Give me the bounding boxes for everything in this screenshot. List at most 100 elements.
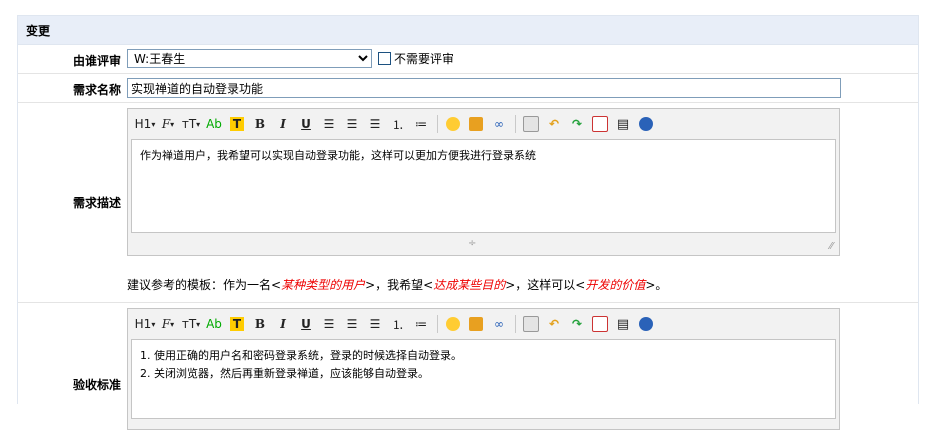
description-content[interactable]: 作为禅道用户，我希望可以实现自动登录功能，这样可以更加方便我进行登录系统 [131, 139, 836, 233]
font-size-button[interactable]: тT ▾ [180, 313, 202, 335]
description-label: 需求描述 [72, 196, 121, 210]
align-left-button[interactable]: ☰ [318, 113, 340, 135]
redo-icon: ↷ [571, 317, 583, 331]
clear-format-button[interactable] [520, 113, 542, 135]
image-button[interactable] [465, 113, 487, 135]
hint-suffix: >。 [645, 278, 668, 292]
font-color-button[interactable]: Ab [203, 113, 225, 135]
acceptance-content[interactable]: 1. 使用正确的用户名和密码登录系统，登录的时候选择自动登录。 2. 关闭浏览器… [131, 339, 836, 419]
unordered-list-button[interactable]: ≔ [410, 313, 432, 335]
align-right-button[interactable]: ☰ [364, 313, 386, 335]
description-hint: 建议参考的模板：作为一名<某种类型的用户>，我希望<达成某些目的>，这样可以<开… [127, 276, 840, 293]
link-button[interactable]: ∞ [488, 113, 510, 135]
hint-role: 某种类型的用户 [281, 278, 366, 292]
story-name-row: 需求名称 * [18, 74, 918, 103]
underline-button[interactable]: U [295, 113, 317, 135]
fullscreen-button[interactable] [589, 113, 611, 135]
eraser-icon [523, 116, 539, 132]
eraser-icon [523, 316, 539, 332]
source-button[interactable]: ▤ [612, 313, 634, 335]
align-center-icon: ☰ [346, 117, 358, 131]
help-icon [639, 317, 653, 331]
bold-icon: B [254, 317, 266, 331]
ordered-list-button[interactable]: ⒈ [387, 313, 409, 335]
source-button[interactable]: ▤ [612, 113, 634, 135]
reviewer-select[interactable]: W:王春生 [127, 49, 372, 68]
undo-button[interactable]: ↶ [543, 113, 565, 135]
bold-icon: B [254, 117, 266, 131]
hint-goal: 达成某些目的 [433, 278, 506, 292]
align-center-button[interactable]: ☰ [341, 113, 363, 135]
help-icon [639, 117, 653, 131]
undo-button[interactable]: ↶ [543, 313, 565, 335]
help-button[interactable] [635, 113, 657, 135]
font-color-button[interactable]: Ab [203, 313, 225, 335]
align-left-icon: ☰ [323, 317, 335, 331]
description-area: H1 ▾ F ▾ тT ▾ Ab T B I U ☰ ☰ ☰ ⒈ ≔ ∞ ↶ ↷… [127, 108, 840, 293]
reviewer-label: 由谁评审 [72, 54, 121, 68]
italic-button[interactable]: I [272, 113, 294, 135]
heading-icon: H1 [134, 317, 152, 331]
redo-button[interactable]: ↷ [566, 113, 588, 135]
highlight-button[interactable]: T [226, 113, 248, 135]
underline-icon: U [301, 117, 311, 131]
ordered-list-icon: ⒈ [391, 317, 404, 332]
toolbar-separator [515, 115, 516, 133]
emoticon-button[interactable] [442, 313, 464, 335]
ordered-list-button[interactable]: ⒈ [387, 113, 409, 135]
underline-button[interactable]: U [295, 313, 317, 335]
font-family-button[interactable]: F ▾ [157, 113, 179, 135]
no-review-label: 不需要评审 [394, 52, 455, 66]
smiley-icon [446, 117, 460, 131]
redo-button[interactable]: ↷ [566, 313, 588, 335]
editor-toolbar: H1 ▾ F ▾ тT ▾ Ab T B I U ☰ ☰ ☰ ⒈ ≔ ∞ ↶ ↷… [128, 309, 839, 339]
unordered-list-button[interactable]: ≔ [410, 113, 432, 135]
change-form: 变更 由谁评审 W:王春生 不需要评审 需求名称 * 需求描述 H1▾ [17, 15, 919, 430]
bold-button[interactable]: B [249, 313, 271, 335]
bold-button[interactable]: B [249, 113, 271, 135]
link-button[interactable]: ∞ [488, 313, 510, 335]
heading-button[interactable]: H1 ▾ [134, 113, 156, 135]
font-color-icon: Ab [206, 317, 222, 331]
fullscreen-icon [592, 316, 608, 332]
description-row: 需求描述 H1▾ F▾ тT▾ Ab T B I U ☰ ☰ ☰ ⒈ ≔ [18, 103, 918, 303]
resize-corner-icon[interactable]: ⁄⁄ [830, 241, 833, 252]
undo-icon: ↶ [548, 117, 560, 131]
acceptance-line: 1. 使用正确的用户名和密码登录系统，登录的时候选择自动登录。 [140, 349, 462, 362]
image-icon [469, 317, 483, 331]
align-center-button[interactable]: ☰ [341, 313, 363, 335]
resize-handle-icon[interactable]: ÷ [468, 238, 476, 249]
story-name-input[interactable] [127, 78, 841, 98]
fullscreen-icon [592, 116, 608, 132]
font-family-button[interactable]: F ▾ [157, 313, 179, 335]
font-family-icon: F [161, 317, 171, 331]
link-icon: ∞ [494, 117, 504, 131]
dropdown-arrow-icon: ▾ [196, 319, 201, 329]
help-button[interactable] [635, 313, 657, 335]
acceptance-label: 验收标准 [72, 378, 121, 392]
clear-format-button[interactable] [520, 313, 542, 335]
font-size-button[interactable]: тT ▾ [180, 113, 202, 135]
unordered-list-icon: ≔ [415, 317, 427, 331]
fullscreen-button[interactable] [589, 313, 611, 335]
align-left-button[interactable]: ☰ [318, 313, 340, 335]
align-right-button[interactable]: ☰ [364, 113, 386, 135]
dropdown-arrow-icon: ▾ [151, 319, 156, 329]
highlight-icon: T [229, 117, 245, 131]
image-icon [469, 117, 483, 131]
unordered-list-icon: ≔ [415, 117, 427, 131]
heading-button[interactable]: H1 ▾ [134, 313, 156, 335]
highlight-button[interactable]: T [226, 313, 248, 335]
image-button[interactable] [465, 313, 487, 335]
heading-icon: H1 [134, 117, 152, 131]
font-size-icon: тT [181, 317, 197, 331]
description-editor: H1 ▾ F ▾ тT ▾ Ab T B I U ☰ ☰ ☰ ⒈ ≔ ∞ ↶ ↷… [127, 108, 840, 256]
checkbox-box[interactable] [378, 52, 391, 65]
underline-icon: U [301, 317, 311, 331]
redo-icon: ↷ [571, 117, 583, 131]
emoticon-button[interactable] [442, 113, 464, 135]
no-review-checkbox[interactable]: 不需要评审 [378, 50, 454, 67]
hint-mid2: >，这样可以< [505, 278, 586, 292]
align-left-icon: ☰ [323, 117, 335, 131]
italic-button[interactable]: I [272, 313, 294, 335]
